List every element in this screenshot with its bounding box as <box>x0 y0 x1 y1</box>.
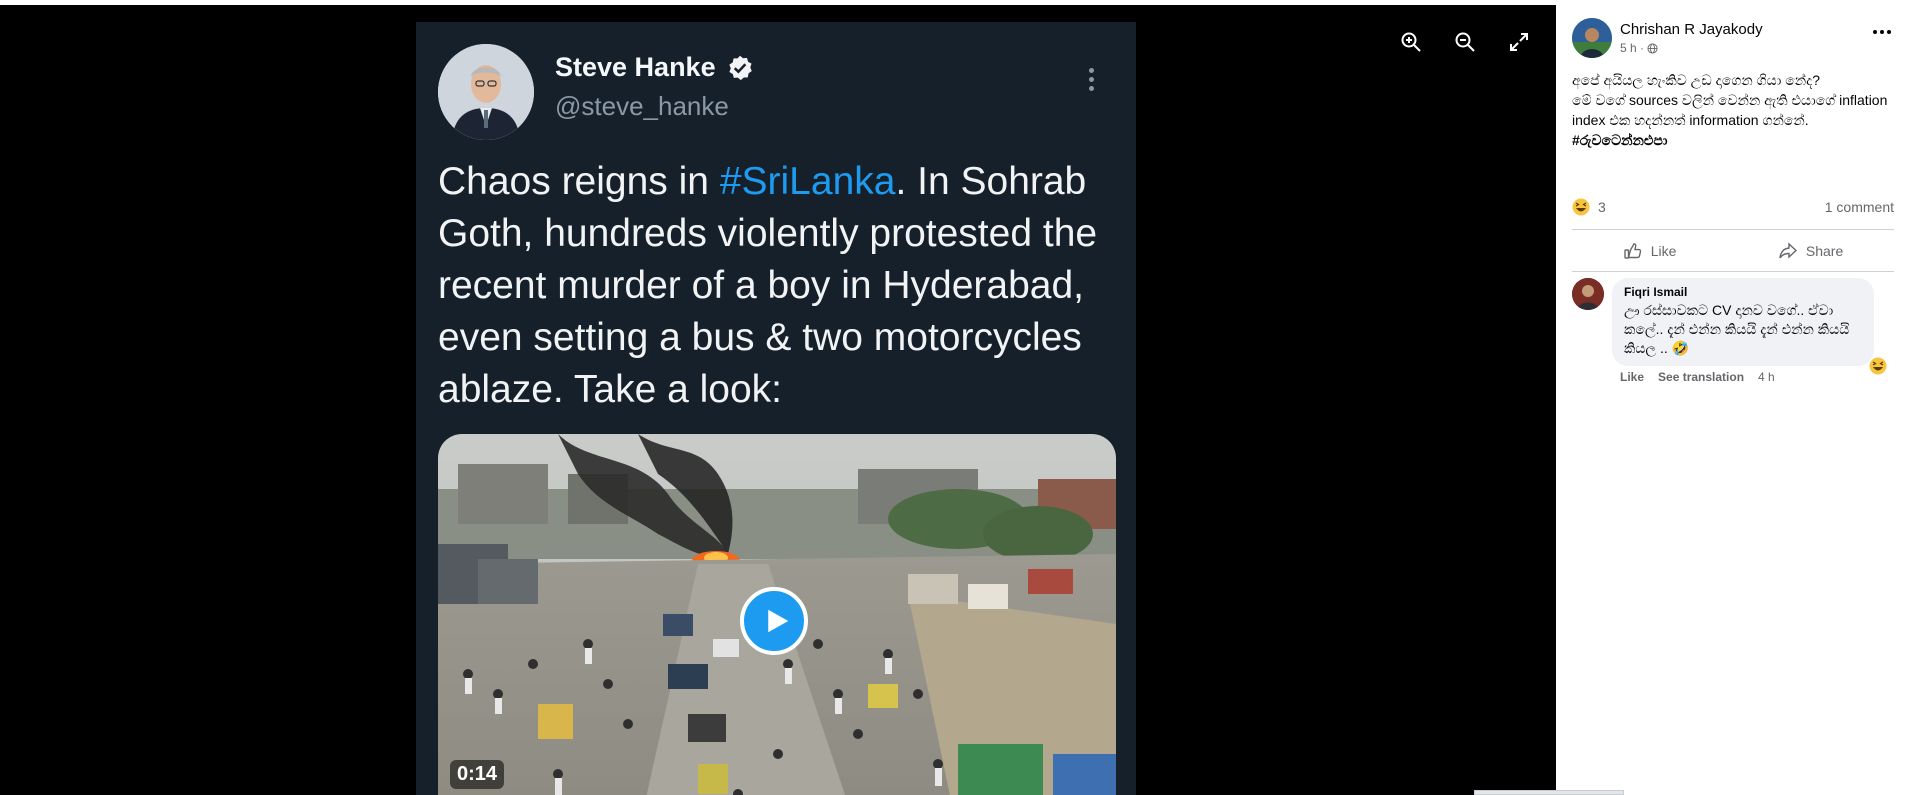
video-duration: 0:14 <box>450 760 505 789</box>
tweet-author-name[interactable]: Steve Hanke <box>555 52 716 83</box>
play-icon <box>767 609 788 633</box>
more-dot-icon <box>1880 30 1884 34</box>
tweet-header: Steve Hanke @steve_hanke <box>438 44 1114 142</box>
person-portrait-icon <box>438 44 534 140</box>
globe-icon <box>1647 42 1658 54</box>
verified-badge-icon <box>728 55 752 80</box>
comment-actions: Like See translation 4 h <box>1620 370 1775 384</box>
tweet-identity: Steve Hanke @steve_hanke <box>555 52 754 122</box>
post-author-name[interactable]: Chrishan R Jayakody <box>1620 21 1763 38</box>
more-dot-icon <box>1088 67 1094 73</box>
fullscreen-button[interactable] <box>1504 27 1534 57</box>
comment-count-link[interactable]: 1 comment <box>1825 199 1894 215</box>
avatar-photo-icon <box>1572 278 1604 310</box>
post-options-button[interactable] <box>1873 30 1891 34</box>
like-label: Like <box>1650 243 1677 259</box>
post-timestamp: 5 h · <box>1620 41 1763 55</box>
tweet-hashtag-link[interactable]: #SriLanka <box>720 160 896 203</box>
viewer-toolbar <box>1396 27 1534 57</box>
thumbs-up-icon <box>1624 243 1641 259</box>
reaction-count: 3 <box>1598 199 1606 215</box>
haha-reaction-icon <box>1869 357 1887 375</box>
comment-author[interactable]: Fiqri Ismail <box>1624 285 1862 299</box>
zoom-out-icon <box>1455 32 1475 52</box>
post-text-line2: මේ වගේ sources වලින් වෙන්න ඇති එයාගේ inf… <box>1572 92 1888 128</box>
comment-item: Fiqri Ismail ඌ රස්සාවකට CV දානව වගේ.. ඒව… <box>1572 278 1888 376</box>
post-actions: Like Share <box>1572 236 1894 266</box>
comment-text: ඌ රස්සාවකට CV දානව වගේ.. ඒවා කලේ.. දැන් … <box>1624 302 1850 356</box>
zoom-out-button[interactable] <box>1450 27 1480 57</box>
post-author-avatar[interactable] <box>1572 18 1612 58</box>
post-text: අපේ අයියල හැංකිව උඩ දාගෙන ගියා නේද? මේ ව… <box>1572 70 1892 150</box>
share-arrow-icon <box>1779 242 1797 259</box>
comment-bubble: Fiqri Ismail ඌ රස්සාවකට CV දානව වගේ.. ඒව… <box>1612 278 1888 376</box>
tweet-text-start: Chaos reigns in <box>438 160 720 203</box>
divider <box>1572 271 1894 272</box>
comment-reaction-badge[interactable] <box>1868 356 1888 376</box>
tweet-handle[interactable]: @steve_hanke <box>555 91 754 122</box>
horizontal-scrollbar[interactable] <box>1474 790 1624 795</box>
more-dot-icon <box>1873 30 1877 34</box>
share-label: Share <box>1805 243 1844 259</box>
see-translation-button[interactable]: See translation <box>1658 370 1744 384</box>
more-dot-icon <box>1887 30 1891 34</box>
tweet-avatar[interactable] <box>438 44 534 140</box>
commenter-avatar[interactable] <box>1572 278 1604 310</box>
post-meta: Chrishan R Jayakody 5 h · <box>1620 21 1763 55</box>
post-text-line1: අපේ අයියල හැංකිව උඩ දාගෙන ගියා නේද? <box>1572 72 1821 88</box>
tweet-text: Chaos reigns in #SriLanka. In Sohrab Got… <box>438 156 1128 416</box>
reactions-summary: 3 1 comment <box>1572 198 1894 216</box>
comment-like-button[interactable]: Like <box>1620 370 1644 384</box>
tweet-card: Steve Hanke @steve_hanke Chaos reigns in… <box>416 22 1136 795</box>
post-header: Chrishan R Jayakody 5 h · <box>1572 18 1763 58</box>
divider <box>1572 229 1894 230</box>
share-button[interactable]: Share <box>1778 241 1843 261</box>
haha-reaction-icon <box>1572 198 1590 216</box>
post-time-text[interactable]: 5 h · <box>1620 41 1644 55</box>
expand-icon <box>1510 33 1528 51</box>
like-button[interactable]: Like <box>1623 241 1677 261</box>
reaction-count-button[interactable]: 3 <box>1572 198 1606 216</box>
tweet-name-row: Steve Hanke <box>555 52 754 83</box>
more-dot-icon <box>1088 85 1094 91</box>
photo-viewer: Steve Hanke @steve_hanke Chaos reigns in… <box>0 5 1556 795</box>
post-panel: Chrishan R Jayakody 5 h · අපේ අයියල හැංක… <box>1556 0 1909 795</box>
avatar-photo-icon <box>1572 18 1612 58</box>
more-dot-icon <box>1088 76 1094 82</box>
comment-timestamp[interactable]: 4 h <box>1758 370 1775 384</box>
zoom-in-icon <box>1401 32 1421 52</box>
tweet-more-button[interactable] <box>1076 64 1106 94</box>
tweet-video[interactable]: 0:14 <box>438 434 1116 795</box>
zoom-in-button[interactable] <box>1396 27 1426 57</box>
post-hashtag-link[interactable]: #රුවටෙන්නඑපා <box>1572 130 1892 150</box>
play-button[interactable] <box>740 587 808 655</box>
